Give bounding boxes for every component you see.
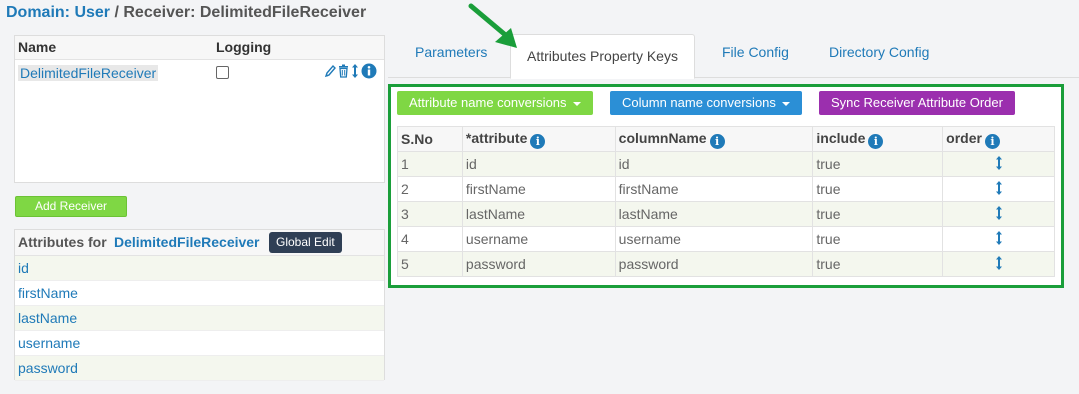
table-row[interactable]: 1 id id true [397, 151, 1055, 177]
cell-sno: 5 [397, 251, 463, 277]
breadcrumb-domain-link[interactable]: User [74, 4, 110, 21]
annotation-arrow [468, 3, 517, 48]
attribute-keys-panel: Attribute name conversions Column name c… [388, 84, 1064, 288]
receiver-row[interactable]: DelimitedFileReceiver [15, 60, 384, 86]
attributes-title-receiver: DelimitedFileReceiver [114, 234, 260, 250]
table-row[interactable]: 4 username username true [397, 226, 1055, 252]
cell-include[interactable]: true [812, 226, 944, 252]
cell-attribute[interactable]: username [461, 226, 616, 252]
sort-arrows-icon[interactable] [995, 205, 1003, 221]
cell-include[interactable]: true [812, 176, 944, 202]
column-header-columnname: columnName i [614, 126, 814, 152]
tab-file-config[interactable]: File Config [722, 44, 789, 60]
cell-include[interactable]: true [812, 201, 944, 227]
cell-columnname[interactable]: password [614, 251, 814, 277]
table-row[interactable]: 5 password password true [397, 251, 1055, 277]
cell-columnname[interactable]: username [614, 226, 814, 252]
column-header-include-label: include [816, 129, 866, 146]
cell-attribute[interactable]: firstName [461, 176, 616, 202]
cell-order [942, 151, 1055, 177]
cell-columnname[interactable]: firstName [614, 176, 814, 202]
column-name-conversions-label: Column name conversions [622, 95, 776, 110]
cell-include[interactable]: true [812, 251, 944, 277]
cell-attribute[interactable]: lastName [461, 201, 616, 227]
pencil-icon[interactable] [324, 64, 336, 81]
tab-attributes-property-keys[interactable]: Attributes Property Keys [510, 34, 695, 79]
info-icon[interactable]: i [530, 133, 546, 149]
receivers-table: Name Logging DelimitedFileReceiver [14, 35, 385, 183]
cell-columnname[interactable]: lastName [614, 201, 814, 227]
attributes-title-prefix: Attributes for [18, 234, 107, 250]
caret-down-icon [572, 101, 581, 106]
attribute-list-item[interactable]: firstName [15, 281, 384, 306]
attribute-list-item[interactable]: lastName [15, 306, 384, 331]
column-header-order: order i [942, 126, 1055, 152]
table-row[interactable]: 2 firstName firstName true [397, 176, 1055, 202]
cell-sno: 2 [397, 176, 463, 202]
attribute-name-conversions-dropdown[interactable]: Attribute name conversions [397, 91, 593, 115]
sort-arrows-icon[interactable] [995, 155, 1003, 171]
cell-sno: 4 [397, 226, 463, 252]
attribute-list-item[interactable]: username [15, 331, 384, 356]
breadcrumb-receiver-label: Receiver: [123, 4, 196, 21]
cell-columnname[interactable]: id [614, 151, 814, 177]
cell-include[interactable]: true [812, 151, 944, 177]
info-icon[interactable]: i [868, 133, 884, 149]
cell-sno: 3 [397, 201, 463, 227]
cell-order [942, 251, 1055, 277]
table-row[interactable]: 3 lastName lastName true [397, 201, 1055, 227]
cell-attribute[interactable]: password [461, 251, 616, 277]
breadcrumb: Domain: User / Receiver: DelimitedFileRe… [6, 4, 366, 22]
cell-order [942, 176, 1055, 202]
breadcrumb-receiver-value: DelimitedFileReceiver [199, 4, 367, 21]
receiver-name-link[interactable]: DelimitedFileReceiver [18, 65, 159, 81]
add-receiver-button[interactable]: Add Receiver [15, 196, 127, 217]
trash-icon[interactable] [338, 64, 349, 81]
sort-arrows-icon[interactable] [995, 255, 1003, 271]
info-icon[interactable]: i [709, 133, 725, 149]
sort-arrows-icon[interactable] [995, 180, 1003, 196]
column-header-attribute: *attribute i [461, 126, 616, 152]
sort-arrows-icon[interactable] [351, 63, 359, 82]
column-header-sno-label: S.No [401, 131, 433, 147]
column-header-name: Name [18, 39, 57, 55]
table-header-row: S.No *attribute i columnName i include i or… [397, 126, 1055, 152]
column-header-logging: Logging [216, 39, 272, 55]
attribute-list-item[interactable]: password [15, 356, 384, 381]
receivers-table-header: Name Logging [15, 36, 384, 60]
global-edit-button[interactable]: Global Edit [269, 232, 342, 253]
breadcrumb-domain-label: Domain: [6, 4, 70, 21]
breadcrumb-separator: / [110, 4, 124, 21]
caret-down-icon [781, 101, 790, 106]
receiver-actions [324, 63, 377, 82]
sort-arrows-icon[interactable] [995, 230, 1003, 246]
column-header-order-label: order [946, 129, 982, 146]
attributes-panel-header: Attributes for DelimitedFileReceiver Glo… [15, 230, 384, 256]
cell-attribute[interactable]: id [461, 151, 616, 177]
attribute-name-conversions-label: Attribute name conversions [409, 95, 567, 110]
column-name-conversions-dropdown[interactable]: Column name conversions [610, 91, 802, 115]
attribute-list-item[interactable]: id [15, 256, 384, 281]
column-header-sno: S.No [397, 126, 463, 152]
column-header-include: include i [812, 126, 944, 152]
logging-checkbox[interactable] [216, 66, 229, 79]
cell-order [942, 201, 1055, 227]
tab-directory-config[interactable]: Directory Config [829, 44, 929, 60]
sync-receiver-attribute-order-button[interactable]: Sync Receiver Attribute Order [819, 91, 1015, 115]
column-header-attribute-label: *attribute [465, 129, 528, 146]
cell-order [942, 226, 1055, 252]
column-header-columnname-label: columnName [618, 129, 707, 146]
cell-sno: 1 [397, 151, 463, 177]
attribute-keys-table: S.No *attribute i columnName i include i or… [397, 126, 1055, 277]
info-icon[interactable]: i [984, 133, 1000, 149]
info-icon[interactable] [361, 63, 377, 82]
attributes-panel: Attributes for DelimitedFileReceiver Glo… [14, 229, 385, 381]
